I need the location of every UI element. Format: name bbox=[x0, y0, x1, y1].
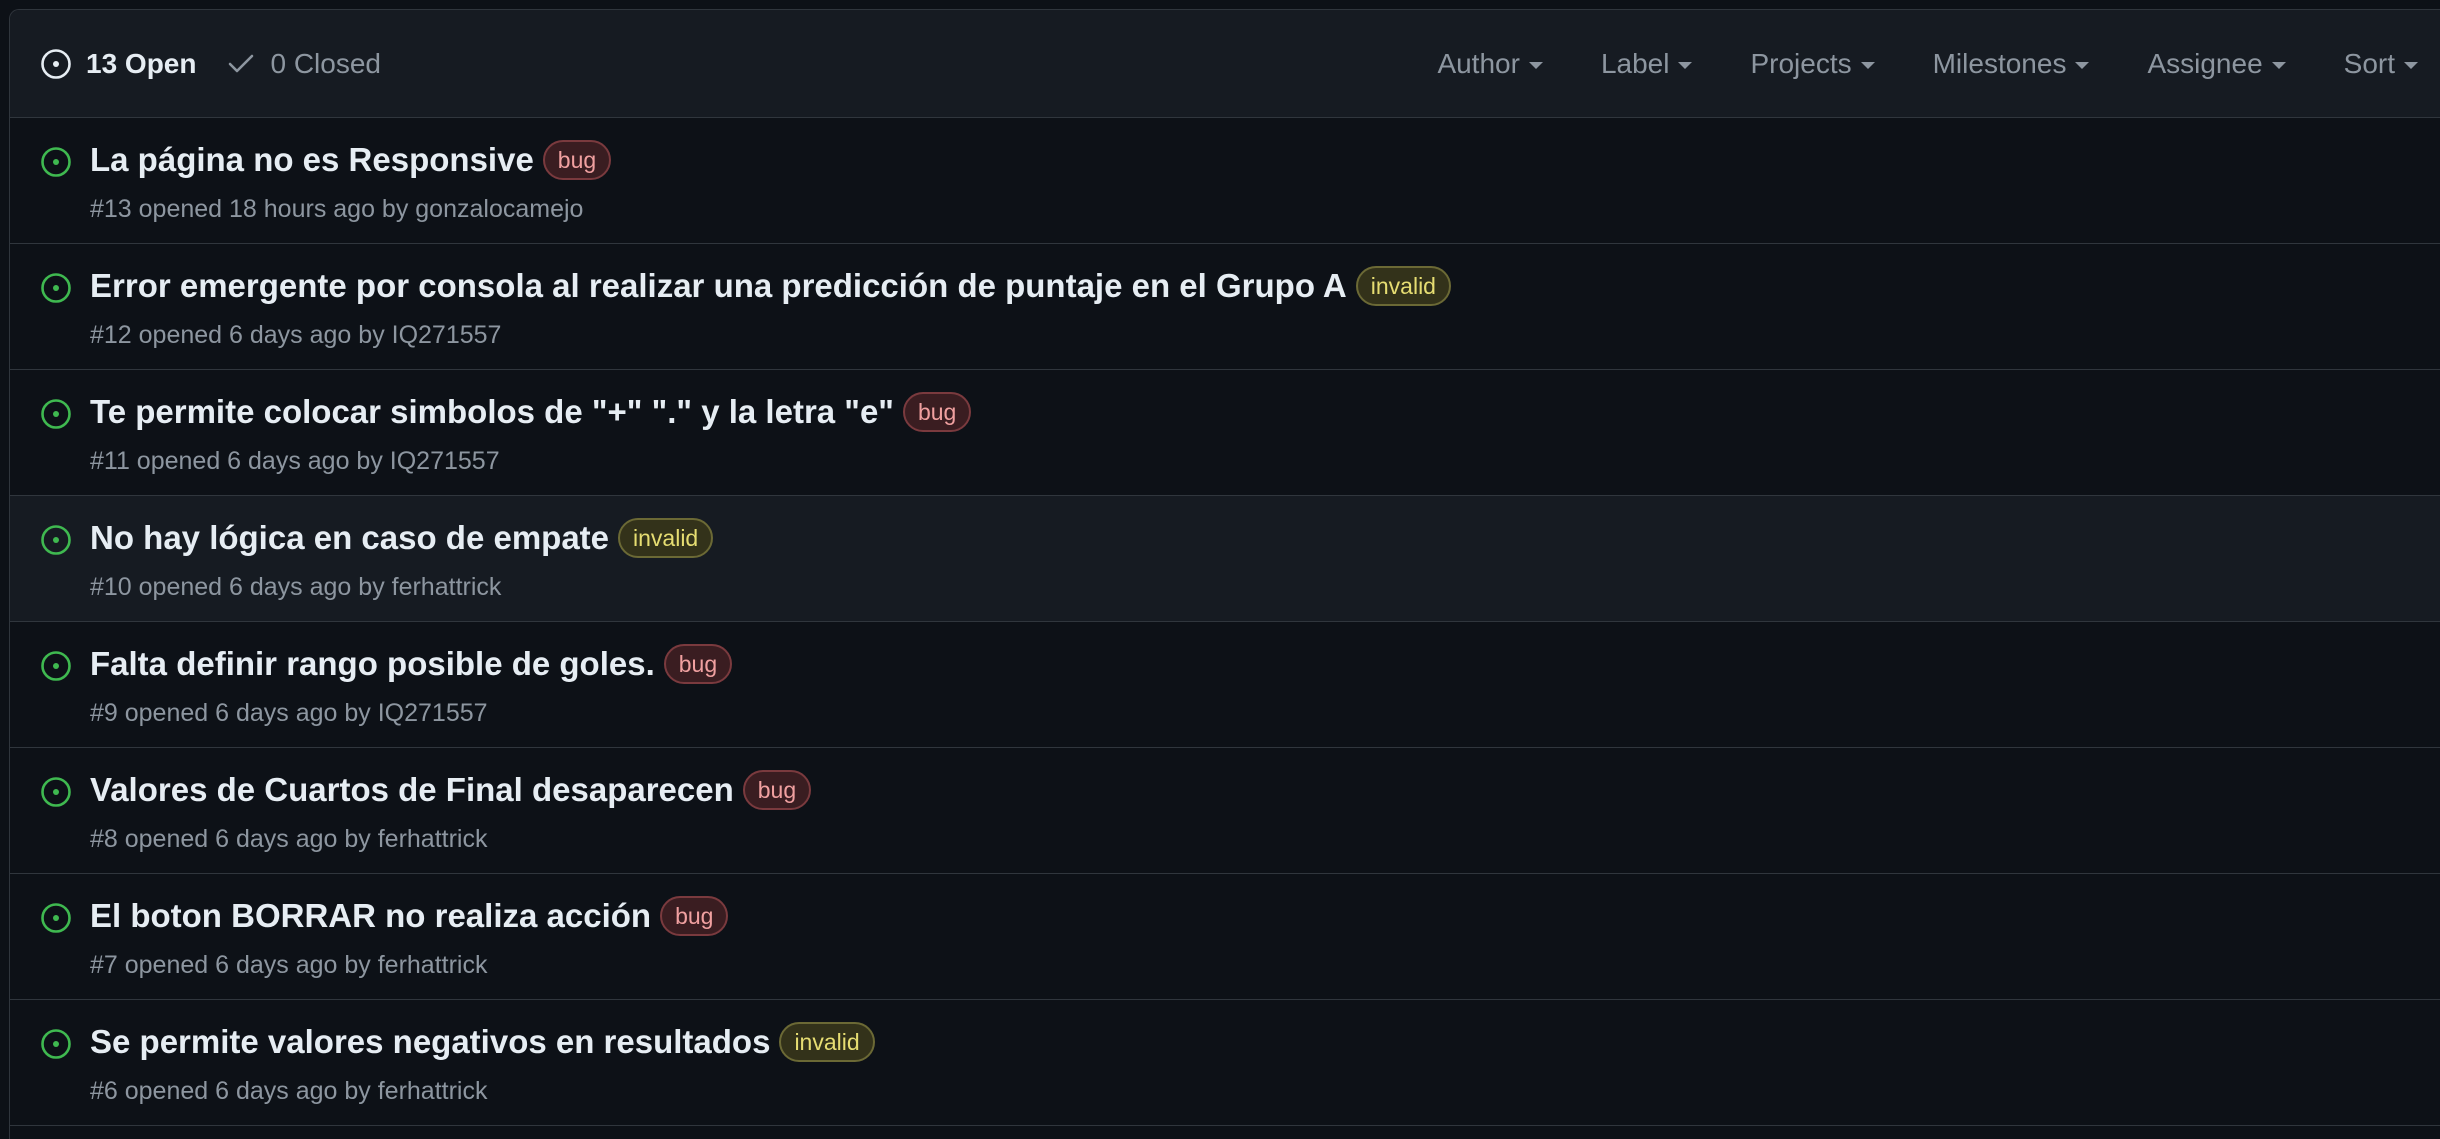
issue-title-line: El boton BORRAR no realiza acción bug bbox=[90, 896, 729, 936]
issue-opened-icon bbox=[40, 272, 72, 309]
projects-filter[interactable]: Projects bbox=[1750, 47, 1875, 80]
open-issues-tab[interactable]: 13 Open bbox=[40, 48, 196, 80]
issue-meta: #12 opened 6 days ago by IQ271557 bbox=[90, 321, 502, 349]
issue-title-line: Te permite colocar simbolos de "+" "." y… bbox=[90, 392, 972, 432]
issue-opened-icon bbox=[40, 650, 72, 687]
issue-title-link[interactable]: Se permite valores negativos en resultad… bbox=[90, 1023, 770, 1061]
issue-title-link[interactable]: Te permite colocar simbolos de "+" "." y… bbox=[90, 393, 894, 431]
chevron-down-icon bbox=[1860, 62, 1875, 69]
issues-list-header: 13 Open 0 Closed Author Label Projects M… bbox=[10, 10, 2440, 118]
issue-row[interactable]: La página no es Responsive bug #13 opened … bbox=[10, 118, 2440, 244]
issue-meta: #7 opened 6 days ago by ferhattrick bbox=[90, 951, 488, 979]
issue-opened-icon bbox=[40, 398, 72, 435]
label-filter-label: Label bbox=[1600, 47, 1670, 79]
issue-label-bug[interactable]: bug bbox=[542, 140, 612, 180]
issue-meta: #10 opened 6 days ago by ferhattrick bbox=[90, 573, 502, 601]
closed-issues-tab[interactable]: 0 Closed bbox=[226, 48, 381, 80]
issues-rows: La página no es Responsive bug #13 opened … bbox=[10, 118, 2440, 1126]
chevron-down-icon bbox=[2404, 62, 2418, 69]
issue-title-link[interactable]: La página no es Responsive bbox=[90, 141, 534, 179]
issue-opened-icon bbox=[40, 902, 72, 939]
issue-label-invalid[interactable]: invalid bbox=[618, 518, 714, 558]
chevron-down-icon bbox=[1528, 62, 1543, 69]
issue-title-line: Falta definir rango posible de goles. bug bbox=[90, 644, 733, 684]
issue-label-invalid[interactable]: invalid bbox=[779, 1022, 875, 1062]
issue-title-line: Valores de Cuartos de Final desaparecen b… bbox=[90, 770, 812, 810]
issue-row[interactable]: Te permite colocar simbolos de "+" "." y… bbox=[10, 370, 2440, 496]
projects-filter-label: Projects bbox=[1750, 47, 1852, 79]
issue-row[interactable]: Valores de Cuartos de Final desaparecen b… bbox=[10, 748, 2440, 874]
assignee-filter-label: Assignee bbox=[2147, 47, 2263, 79]
closed-issues-label: 0 Closed bbox=[270, 47, 381, 79]
chevron-down-icon bbox=[1678, 62, 1693, 69]
author-filter[interactable]: Author bbox=[1437, 48, 1543, 80]
chevron-down-icon bbox=[2075, 62, 2090, 69]
issue-row[interactable]: No hay lógica en caso de empate invalid #1… bbox=[10, 496, 2440, 622]
issue-row[interactable]: Falta definir rango posible de goles. bug… bbox=[10, 622, 2440, 748]
open-issues-label: 13 Open bbox=[86, 47, 197, 79]
issue-title-link[interactable]: El boton BORRAR no realiza acción bbox=[90, 897, 651, 935]
issue-label-bug[interactable]: bug bbox=[663, 644, 733, 684]
issue-opened-icon bbox=[40, 1028, 72, 1065]
issue-title-line: La página no es Responsive bug bbox=[90, 140, 612, 180]
issue-label-bug[interactable]: bug bbox=[660, 896, 729, 936]
issue-label-bug[interactable]: bug bbox=[902, 392, 972, 432]
sort-filter-label: Sort bbox=[2343, 47, 2395, 79]
issue-row[interactable]: Se permite valores negativos en resultad… bbox=[10, 1000, 2440, 1126]
issue-title-link[interactable]: Valores de Cuartos de Final desaparecen bbox=[90, 771, 734, 809]
issue-title-link[interactable]: Error emergente por consola al realizar … bbox=[90, 267, 1347, 305]
issue-title-line: Se permite valores negativos en resultad… bbox=[90, 1022, 875, 1062]
issue-row[interactable]: El boton BORRAR no realiza acción bug #7 o… bbox=[10, 874, 2440, 1000]
issue-meta: #9 opened 6 days ago by IQ271557 bbox=[90, 699, 488, 727]
issue-meta: #13 opened 18 hours ago by gonzalocamejo bbox=[90, 195, 584, 223]
check-icon bbox=[226, 49, 256, 79]
issue-label-invalid[interactable]: invalid bbox=[1355, 266, 1451, 306]
label-filter[interactable]: Label bbox=[1601, 48, 1693, 80]
issue-title-link[interactable]: No hay lógica en caso de empate bbox=[90, 519, 609, 557]
author-filter-label: Author bbox=[1437, 47, 1520, 79]
issue-meta: #11 opened 6 days ago by IQ271557 bbox=[90, 447, 500, 475]
filter-bar: Author Label Projects Milestones Assigne… bbox=[1437, 48, 2418, 80]
issue-opened-icon bbox=[40, 48, 72, 80]
issues-list-box: 13 Open 0 Closed Author Label Projects M… bbox=[9, 9, 2440, 1139]
issue-opened-icon bbox=[40, 146, 72, 183]
milestones-filter-label: Milestones bbox=[1932, 47, 2067, 79]
issue-row[interactable]: Error emergente por consola al realizar … bbox=[10, 244, 2440, 370]
chevron-down-icon bbox=[2271, 62, 2286, 69]
assignee-filter[interactable]: Assignee bbox=[2147, 47, 2286, 80]
milestones-filter[interactable]: Milestones bbox=[1933, 48, 2090, 80]
issue-opened-icon bbox=[40, 524, 72, 561]
issue-title-line: Error emergente por consola al realizar … bbox=[90, 266, 1451, 306]
issue-meta: #6 opened 6 days ago by ferhattrick bbox=[90, 1077, 488, 1105]
issue-state-toggles: 13 Open 0 Closed bbox=[40, 48, 381, 80]
issue-title-line: No hay lógica en caso de empate invalid bbox=[90, 518, 714, 558]
sort-filter[interactable]: Sort bbox=[2344, 48, 2418, 80]
issue-opened-icon bbox=[40, 776, 72, 813]
issue-label-bug[interactable]: bug bbox=[742, 770, 812, 810]
issue-meta: #8 opened 6 days ago by ferhattrick bbox=[90, 825, 488, 853]
issue-title-link[interactable]: Falta definir rango posible de goles. bbox=[90, 645, 655, 683]
